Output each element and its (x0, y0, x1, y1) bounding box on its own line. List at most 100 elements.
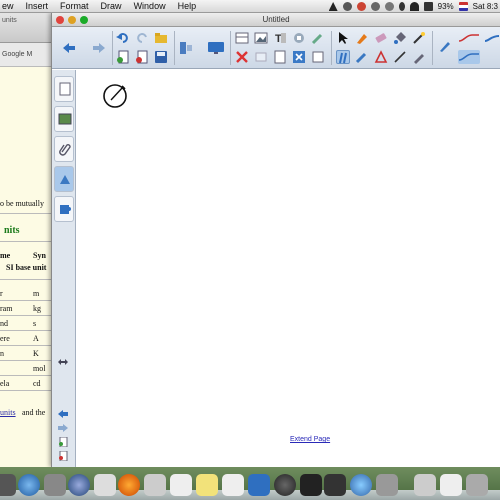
row-symbol: kg (33, 304, 41, 313)
save-icon[interactable] (154, 50, 168, 64)
text-tool-icon[interactable]: T (273, 31, 287, 45)
divider (0, 279, 55, 280)
magic-pen-icon[interactable] (311, 31, 325, 45)
line-style-1-icon[interactable] (458, 31, 480, 45)
redo-icon[interactable] (135, 31, 149, 45)
dock-app-icon[interactable] (274, 474, 296, 496)
volume-icon[interactable] (423, 2, 433, 11)
menu-insert[interactable]: Insert (20, 1, 55, 11)
screen-shade-icon[interactable] (179, 41, 193, 55)
dock-app-icon[interactable] (144, 474, 166, 496)
dock-stickies-icon[interactable] (196, 474, 218, 496)
clock[interactable]: Sat 8:3 (473, 2, 498, 11)
eraser-icon[interactable] (374, 31, 388, 45)
wifi-icon[interactable] (409, 2, 419, 11)
zoom-button[interactable] (80, 16, 88, 24)
row-symbol: m (33, 289, 40, 298)
dock-folder-icon[interactable] (414, 474, 436, 496)
magic-wand-icon[interactable] (412, 31, 426, 45)
dock-notebook-icon[interactable] (248, 474, 270, 496)
open-folder-icon[interactable] (154, 31, 168, 45)
dock-calendar-icon[interactable] (94, 474, 116, 496)
addons-tab[interactable] (54, 196, 74, 222)
gallery-tab[interactable] (54, 106, 74, 132)
attachments-tab[interactable] (54, 136, 74, 162)
dropbox-icon[interactable] (328, 2, 338, 11)
menu-window[interactable]: Window (128, 1, 172, 11)
flag-icon[interactable] (458, 2, 468, 11)
dock-textedit-icon[interactable] (170, 474, 192, 496)
minimize-button[interactable] (68, 16, 76, 24)
resize-arrows-icon[interactable] (57, 354, 69, 365)
capture-icon[interactable] (292, 31, 306, 45)
table-icon[interactable] (235, 31, 249, 45)
row-name: nd (0, 319, 8, 328)
display-screen-icon[interactable] (207, 41, 225, 55)
col-header-symbol: Syn (33, 251, 46, 260)
dock-preview-icon[interactable] (44, 474, 66, 496)
delete-x-icon[interactable] (235, 50, 249, 64)
page-add-small-icon[interactable] (57, 434, 69, 448)
pen-color-icon[interactable] (438, 39, 454, 55)
dock-app-icon[interactable] (0, 474, 16, 496)
close-box-icon[interactable] (292, 50, 306, 64)
battery-percent[interactable]: 93% (438, 2, 454, 11)
dock-folder-icon[interactable] (440, 474, 462, 496)
forward-arrow-icon[interactable] (92, 41, 106, 55)
undo-icon[interactable] (116, 31, 130, 45)
dock-skype-icon[interactable] (350, 474, 372, 496)
line-icon[interactable] (393, 50, 407, 64)
dock-itunes-icon[interactable] (68, 474, 90, 496)
extend-page-link[interactable]: Extend Page (290, 436, 330, 443)
menu-format[interactable]: Format (54, 1, 95, 11)
browser-tab-units[interactable]: units (2, 17, 17, 24)
highlighter-icon[interactable] (355, 50, 369, 64)
dock-firefox-icon[interactable] (118, 474, 140, 496)
dock-app-icon[interactable] (376, 474, 398, 496)
sync-icon[interactable] (384, 2, 394, 11)
image-icon[interactable] (254, 31, 268, 45)
timemachine-icon[interactable] (342, 2, 352, 11)
mac-menubar: ew Insert Format Draw Window Help 93% Sa… (0, 0, 500, 13)
back-arrow-icon[interactable] (62, 41, 76, 55)
dock-folder-icon[interactable] (466, 474, 488, 496)
fill-icon[interactable] (393, 31, 407, 45)
notebook-toolbar: T (52, 27, 500, 69)
triangle-icon[interactable] (374, 50, 388, 64)
toolbar-separator (112, 31, 113, 65)
bookmark-google[interactable]: Google M (2, 51, 32, 58)
menu-draw[interactable]: Draw (95, 1, 128, 11)
spotlight-status-icon[interactable] (370, 2, 380, 11)
properties-tab[interactable] (54, 166, 74, 192)
dock-finder-icon[interactable] (18, 474, 40, 496)
bluetooth-icon[interactable] (398, 2, 405, 11)
page-sorter-tab[interactable] (54, 76, 74, 102)
row-divider (0, 345, 55, 346)
shape-pen-icon[interactable] (412, 50, 426, 64)
square-icon[interactable] (311, 50, 325, 64)
footer-link-units[interactable]: units (0, 408, 16, 417)
document-icon[interactable] (273, 50, 287, 64)
dock-app-icon[interactable] (300, 474, 322, 496)
blank-slot[interactable] (254, 50, 268, 64)
notebook-canvas[interactable]: Extend Page (77, 70, 500, 467)
divider (0, 241, 55, 242)
page-delete-small-icon[interactable] (57, 448, 69, 462)
menu-view[interactable]: ew (0, 1, 20, 11)
move-left-icon[interactable] (57, 406, 69, 418)
toolbar-separator (174, 31, 175, 65)
add-page-icon[interactable] (116, 50, 130, 64)
line-style-2-icon[interactable] (458, 50, 480, 64)
record-icon[interactable] (356, 2, 366, 11)
pens-active-icon[interactable] (336, 50, 350, 64)
line-style-3-icon[interactable] (484, 31, 500, 45)
pen-icon[interactable] (355, 31, 369, 45)
move-right-icon[interactable] (57, 420, 69, 432)
select-cursor-icon[interactable] (336, 31, 350, 45)
dock-activity-monitor-icon[interactable] (324, 474, 346, 496)
menu-help[interactable]: Help (172, 1, 203, 11)
dock-app-icon[interactable] (222, 474, 244, 496)
close-button[interactable] (56, 16, 64, 24)
browser-page: o be mutually nits me Syn SI base unit r… (0, 67, 55, 473)
delete-page-icon[interactable] (135, 50, 149, 64)
